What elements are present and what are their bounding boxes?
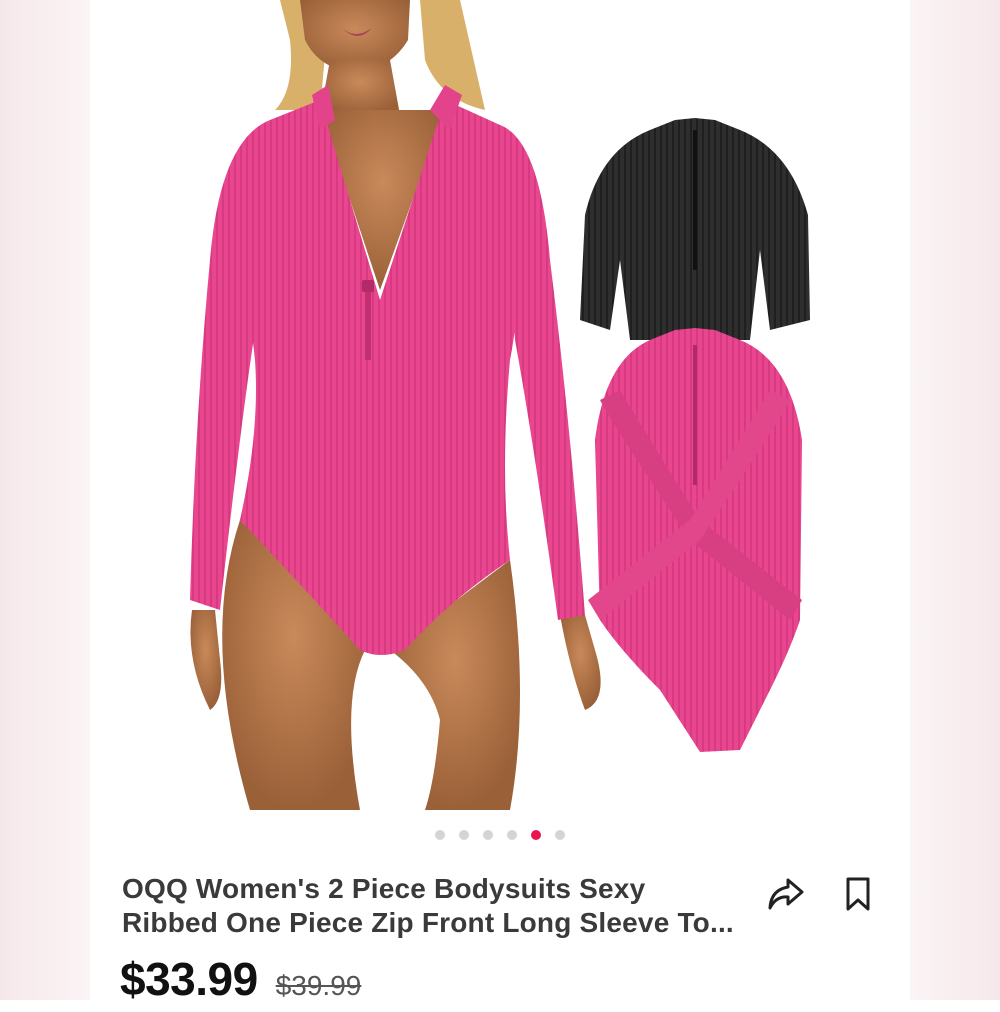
original-price: $39.99 [275,970,362,1001]
product-image[interactable] [90,0,910,820]
carousel-dot[interactable] [459,830,469,840]
bookmark-button[interactable] [836,872,880,916]
carousel-dot[interactable] [507,830,517,840]
carousel-dot[interactable] [555,830,565,840]
product-title-line-1: OQQ Women's 2 Piece Bodysuits Sexy [122,873,646,904]
carousel-dot-active[interactable] [531,830,541,840]
product-photo [190,0,810,810]
carousel-dots [90,828,910,842]
product-title-line-2: Ribbed One Piece Zip Front Long Sleeve T… [122,907,734,938]
carousel-dot[interactable] [483,830,493,840]
price-row: $33.99 $39.99 [120,952,361,1012]
background-left [0,0,90,1000]
share-button[interactable] [764,872,808,916]
background-right [910,0,1000,1000]
product-card: OQQ Women's 2 Piece Bodysuits Sexy Ribbe… [90,0,910,1005]
current-price: $33.99 [120,953,258,1005]
bookmark-icon [846,877,870,911]
carousel-dot[interactable] [435,830,445,840]
product-title[interactable]: OQQ Women's 2 Piece Bodysuits Sexy Ribbe… [122,872,752,940]
share-arrow-icon [768,878,804,910]
